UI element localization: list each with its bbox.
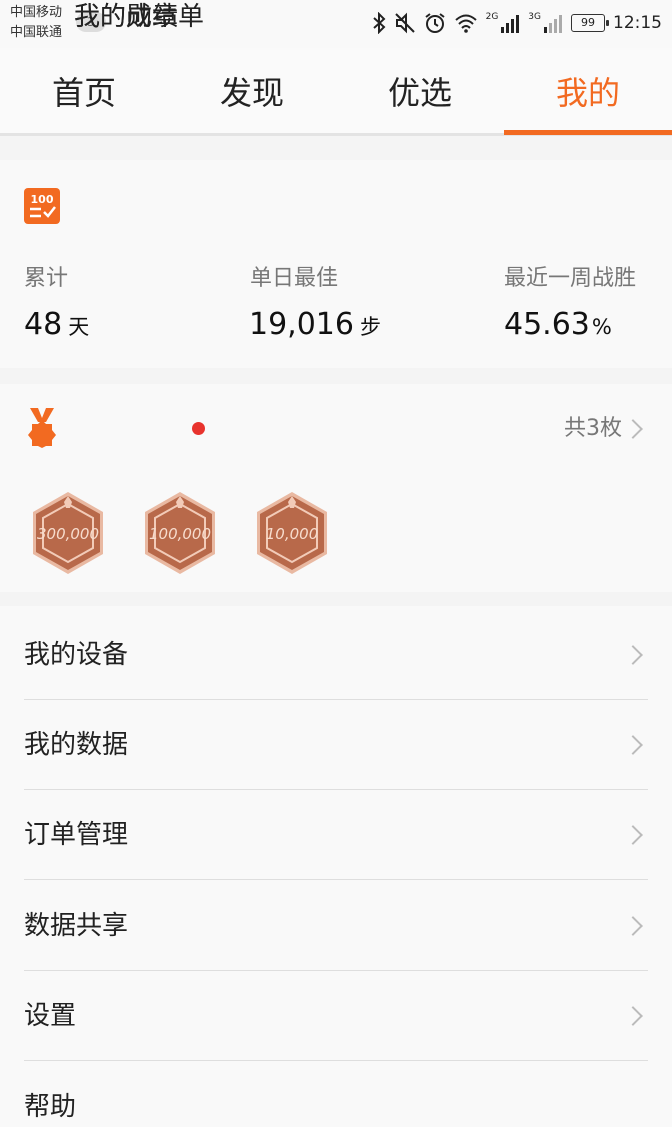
medal-badge[interactable]: 300,000 xyxy=(28,490,108,576)
bluetooth-icon xyxy=(372,12,386,34)
stat-week-beat-label: 最近一周战胜 xyxy=(504,266,637,291)
stat-best-day-number: 19,016 xyxy=(249,307,354,342)
stat-best-day-label: 单日最佳 xyxy=(250,266,339,291)
tab-bar: 首页 发现 优选 我的 xyxy=(0,48,672,136)
chevron-right-icon xyxy=(623,735,643,755)
chevron-right-icon xyxy=(623,916,643,936)
medal-label: 100,000 xyxy=(149,525,211,543)
stat-week-beat-number: 45.63 xyxy=(504,307,590,342)
stat-total-number: 48 xyxy=(24,307,63,342)
medal-count[interactable]: 共3枚 xyxy=(564,414,622,444)
signal-icon xyxy=(544,15,562,33)
chevron-right-icon xyxy=(623,645,643,665)
stat-total-unit: 天 xyxy=(68,315,90,339)
menu-item-data-sharing[interactable]: 数据共享 xyxy=(0,881,672,971)
carrier-1: 中国移动 xyxy=(10,5,63,20)
menu-item-settings[interactable]: 设置 xyxy=(0,971,672,1061)
menu-item-label: 设置 xyxy=(24,1001,77,1031)
menu-item-label: 数据共享 xyxy=(24,911,129,941)
stat-best-day-unit: 步 xyxy=(359,315,381,339)
active-tab-indicator xyxy=(504,130,672,135)
network-type-1: 2G xyxy=(485,12,499,22)
wifi-icon xyxy=(454,14,477,33)
report-card-icon: 100 xyxy=(24,188,60,224)
network-type-2: 3G xyxy=(528,12,541,22)
medal-badge[interactable]: 10,000 xyxy=(252,490,332,576)
mute-icon xyxy=(394,12,415,34)
new-medal-dot xyxy=(192,422,205,435)
tab-select[interactable]: 优选 xyxy=(336,72,504,114)
medal-label: 300,000 xyxy=(37,525,99,543)
menu-item-label: 我的数据 xyxy=(24,730,129,760)
menu-item-label: 我的设备 xyxy=(24,640,129,670)
carrier-2: 中国联通 xyxy=(10,25,63,40)
menu-list: 我的设备 我的数据 订单管理 数据共享 设置 帮助 xyxy=(0,606,672,1127)
alarm-icon xyxy=(424,13,445,33)
stat-week-beat-value: 45.63% xyxy=(504,305,612,347)
clock: 12:15 xyxy=(613,13,662,33)
divider xyxy=(24,879,648,880)
menu-item-help[interactable]: 帮助 xyxy=(0,1062,672,1127)
stat-week-beat-unit: % xyxy=(591,315,612,339)
stat-total-label: 累计 xyxy=(24,266,69,291)
tab-discover[interactable]: 发现 xyxy=(168,72,336,114)
menu-item-devices[interactable]: 我的设备 xyxy=(0,610,672,700)
svg-text:100: 100 xyxy=(31,193,54,206)
menu-item-orders[interactable]: 订单管理 xyxy=(0,790,672,880)
medal-label: 10,000 xyxy=(266,525,319,543)
battery-icon: 99 xyxy=(571,14,609,32)
medals-title: 我的勋章 xyxy=(74,2,179,32)
status-icons: 2G 3G 99 12:15 xyxy=(372,10,662,36)
menu-item-label: 帮助 xyxy=(24,1092,77,1122)
chevron-right-icon xyxy=(623,825,643,845)
stat-total-value: 48 天 xyxy=(24,305,89,347)
medal-badge[interactable]: 100,000 xyxy=(140,490,220,576)
signal-icon xyxy=(501,15,520,33)
tab-home[interactable]: 首页 xyxy=(0,72,168,114)
menu-item-label: 订单管理 xyxy=(24,820,129,850)
medal-icon xyxy=(28,408,56,448)
menu-item-data[interactable]: 我的数据 xyxy=(0,700,672,790)
chevron-right-icon xyxy=(623,1006,643,1026)
stat-best-day-value: 19,016 步 xyxy=(249,305,381,347)
tab-mine[interactable]: 我的 xyxy=(504,72,672,114)
divider xyxy=(24,1060,648,1061)
